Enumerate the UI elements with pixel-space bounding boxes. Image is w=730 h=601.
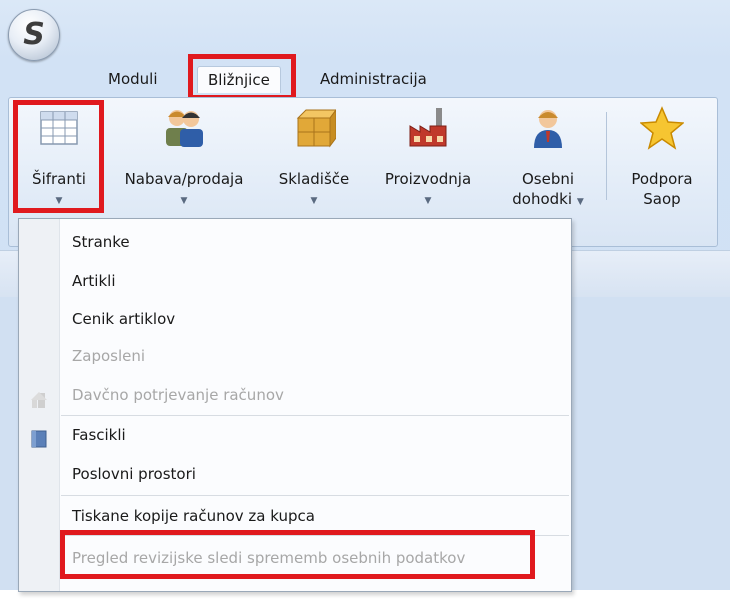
menu-item-cenik-artiklov[interactable]: Cenik artiklov <box>72 301 175 337</box>
highlight-box-tab <box>188 54 296 100</box>
chevron-down-icon: ▼ <box>310 196 318 206</box>
menu-separator <box>61 495 569 496</box>
skladisce-button[interactable]: Skladišče ▼ <box>268 106 360 210</box>
proizvodnja-label: Proizvodnja <box>384 170 472 188</box>
chevron-down-icon: ▼ <box>180 196 188 206</box>
tab-administracija[interactable]: Administracija <box>320 66 427 92</box>
menu-item-poslovni-prostori[interactable]: Poslovni prostori <box>72 456 196 492</box>
podpora-saop-label-line2: Saop <box>643 190 681 208</box>
podpora-saop-button[interactable]: Podpora Saop <box>614 106 710 210</box>
star-icon <box>640 106 684 150</box>
nabava-prodaja-button[interactable]: Nabava/prodaja ▼ <box>112 106 256 210</box>
menu-item-fascikli[interactable]: Fascikli <box>72 417 126 453</box>
people-icon <box>166 110 203 147</box>
osebni-dohodki-label-line1: Osebni <box>521 170 575 188</box>
app-menu-button[interactable]: S <box>8 9 60 61</box>
app-logo-icon: S <box>23 17 45 52</box>
ribbon-separator <box>606 112 607 200</box>
osebni-dohodki-label-line2: dohodki <box>512 190 573 208</box>
podpora-saop-label-line1: Podpora <box>631 170 693 188</box>
menu-item-stranke[interactable]: Stranke <box>72 224 130 260</box>
highlight-box-sifranti <box>13 100 104 213</box>
highlight-box-menu-item <box>60 530 535 579</box>
proizvodnja-button[interactable]: Proizvodnja ▼ <box>372 106 484 210</box>
nabava-prodaja-label: Nabava/prodaja <box>124 170 244 188</box>
menu-separator <box>61 415 569 416</box>
menu-item-zaposleni: Zaposleni <box>72 347 146 365</box>
menu-item-artikli[interactable]: Artikli <box>72 263 116 299</box>
factory-icon <box>409 108 447 147</box>
person-icon <box>534 110 562 148</box>
folder-icon <box>31 430 47 448</box>
boxes-icon <box>296 109 336 148</box>
osebni-dohodki-button[interactable]: Osebni dohodki ▼ <box>496 106 600 210</box>
chevron-down-icon: ▼ <box>424 196 432 206</box>
menu-item-tiskane-kopije[interactable]: Tiskane kopije računov za kupca <box>72 498 315 534</box>
building-icon <box>31 392 47 408</box>
menu-item-davcno-potrjevanje: Davčno potrjevanje računov <box>72 386 284 404</box>
skladisce-label: Skladišče <box>278 170 350 188</box>
tab-moduli[interactable]: Moduli <box>108 66 157 92</box>
chevron-down-icon: ▼ <box>576 197 584 207</box>
